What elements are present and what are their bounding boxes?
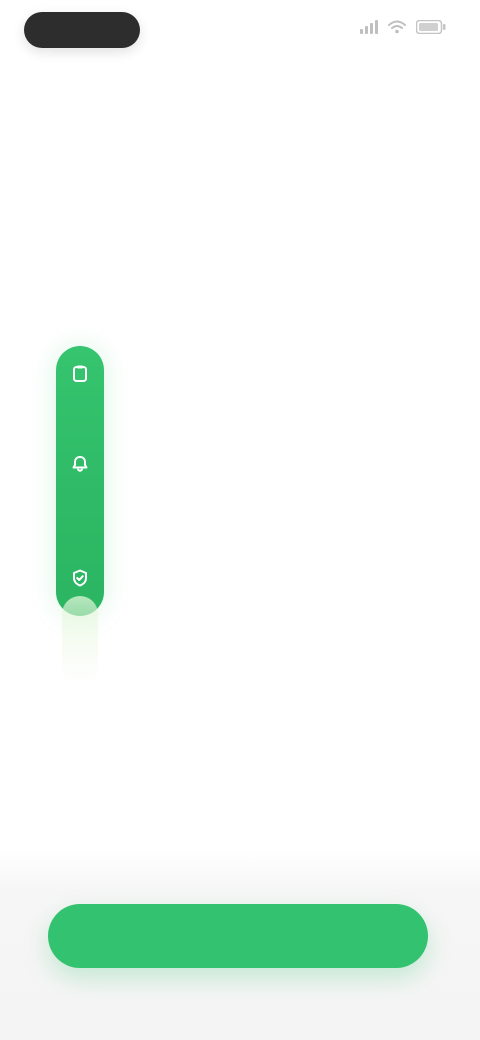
status-time-pill <box>24 12 140 48</box>
wifi-icon <box>388 20 406 34</box>
step-3-icon <box>70 568 90 588</box>
step-2-icon <box>70 454 90 474</box>
step-3 <box>128 560 440 568</box>
screen <box>0 0 480 1040</box>
timeline <box>0 346 480 686</box>
status-bar <box>0 0 480 64</box>
step-2 <box>128 448 440 456</box>
step-1-icon <box>70 364 90 384</box>
step-1 <box>128 358 440 366</box>
signal-icon <box>360 20 378 34</box>
timeline-fade <box>62 596 98 686</box>
battery-icon <box>416 20 446 34</box>
status-icons <box>360 20 446 34</box>
footer <box>0 850 480 1040</box>
cta-button[interactable] <box>48 904 428 968</box>
